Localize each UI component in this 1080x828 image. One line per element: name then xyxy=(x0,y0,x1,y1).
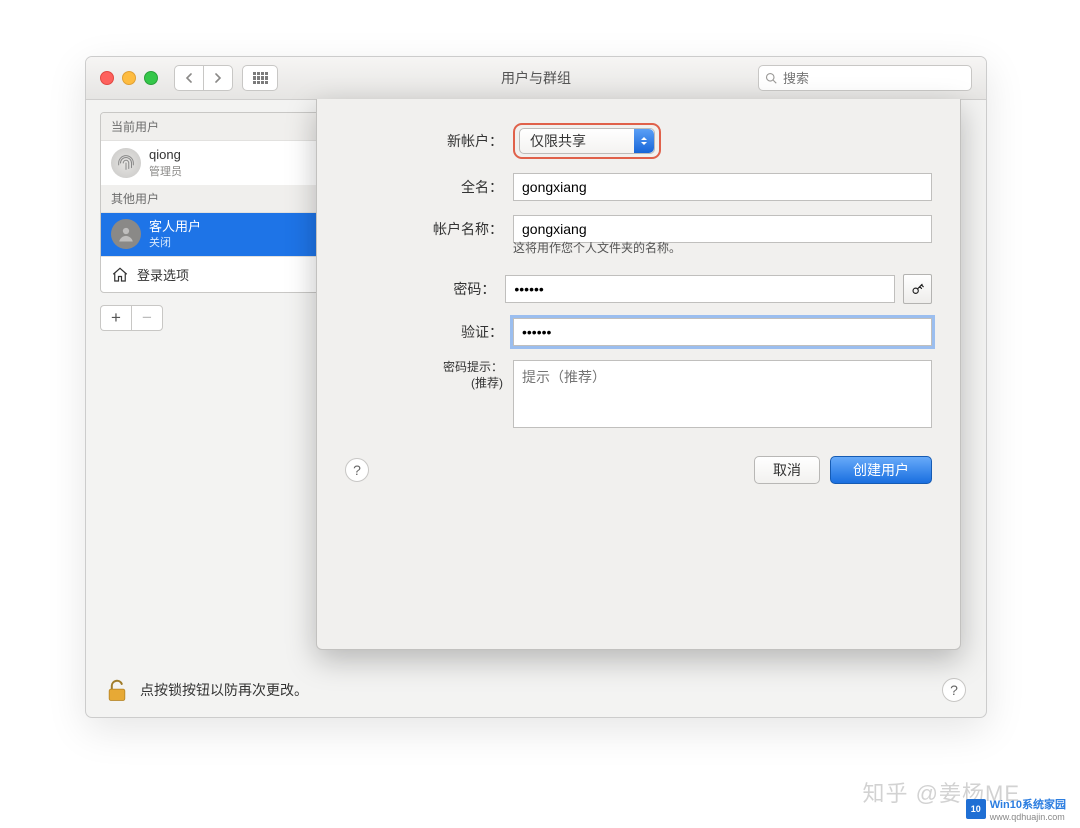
account-type-select-wrap: 仅限共享 xyxy=(513,123,661,159)
badge-line2: www.qdhuajin.com xyxy=(990,812,1066,822)
badge-text: Win10系统家园 www.qdhuajin.com xyxy=(990,796,1066,822)
chevron-left-icon xyxy=(185,73,193,83)
select-caret-icon xyxy=(634,129,654,153)
remove-user-button[interactable]: − xyxy=(131,305,163,331)
back-button[interactable] xyxy=(174,65,203,91)
forward-button[interactable] xyxy=(203,65,233,91)
badge-line1: Win10系统家园 xyxy=(990,796,1066,812)
window-title: 用户与群组 xyxy=(501,68,571,88)
password-input[interactable] xyxy=(505,275,895,303)
nav-buttons xyxy=(174,65,233,91)
cancel-button[interactable]: 取消 xyxy=(754,456,820,484)
full-name-row: 全名： xyxy=(345,173,932,201)
hint-row: 密码提示： (推荐) xyxy=(345,360,932,428)
new-account-row: 新帐户： 仅限共享 xyxy=(345,123,932,159)
create-user-button[interactable]: 创建用户 xyxy=(830,456,932,484)
sheet-help-button[interactable]: ? xyxy=(345,458,369,482)
new-account-sheet: 新帐户： 仅限共享 全名： 帐户名称： 这将用作您个人文 xyxy=(316,99,961,650)
account-type-select[interactable]: 仅限共享 xyxy=(519,128,655,154)
search-icon xyxy=(765,72,777,84)
verify-input[interactable] xyxy=(513,318,932,346)
show-all-button[interactable] xyxy=(242,65,278,91)
search-field[interactable] xyxy=(758,65,972,91)
grid-icon xyxy=(253,72,268,84)
account-name-label: 帐户名称： xyxy=(345,219,513,239)
other-users-header: 其他用户 xyxy=(101,185,334,213)
chevron-right-icon xyxy=(214,73,222,83)
guest-avatar-icon xyxy=(111,219,141,249)
add-remove-bar: + − xyxy=(100,305,335,331)
current-user-header: 当前用户 xyxy=(101,113,334,141)
add-user-button[interactable]: + xyxy=(100,305,131,331)
full-name-label: 全名： xyxy=(345,177,513,197)
preferences-window: 用户与群组 当前用户 qiong 管理员 xyxy=(85,56,987,718)
fingerprint-avatar-icon xyxy=(111,148,141,178)
lock-message: 点按锁按钮以防再次更改。 xyxy=(140,680,308,700)
verify-row: 验证： xyxy=(345,318,932,346)
hint-label-2: (推荐) xyxy=(471,376,503,390)
account-type-value: 仅限共享 xyxy=(530,131,586,151)
close-window-button[interactable] xyxy=(100,71,114,85)
stage: 用户与群组 当前用户 qiong 管理员 xyxy=(0,0,1080,828)
user-name: qiong xyxy=(149,147,182,163)
highlight-annotation: 仅限共享 xyxy=(513,123,661,159)
users-sidebar: 当前用户 qiong 管理员 其他用户 xyxy=(100,112,335,293)
house-icon xyxy=(111,266,129,284)
cancel-label: 取消 xyxy=(773,460,801,480)
lock-bar: 点按锁按钮以防再次更改。 ? xyxy=(106,677,966,703)
new-account-label: 新帐户： xyxy=(345,131,513,151)
hint-label: 密码提示： (推荐) xyxy=(345,360,513,391)
password-assistant-button[interactable] xyxy=(903,274,932,304)
guest-status: 关闭 xyxy=(149,234,201,250)
password-row: 密码： xyxy=(345,274,932,304)
password-label: 密码： xyxy=(345,279,505,299)
user-role: 管理员 xyxy=(149,163,182,179)
guest-info: 客人用户 关闭 xyxy=(149,219,201,251)
badge-icon: 10 xyxy=(966,799,986,819)
guest-user-row[interactable]: 客人用户 关闭 xyxy=(101,213,334,257)
current-user-row[interactable]: qiong 管理员 xyxy=(101,141,334,185)
sheet-button-row: ? 取消 创建用户 xyxy=(345,456,932,484)
login-options-label: 登录选项 xyxy=(137,265,189,284)
guest-name: 客人用户 xyxy=(149,219,201,235)
watermark-badge: 10 Win10系统家园 www.qdhuajin.com xyxy=(966,796,1066,822)
key-icon xyxy=(911,282,925,296)
window-controls xyxy=(100,71,158,85)
hint-label-1: 密码提示： xyxy=(443,360,503,374)
verify-label: 验证： xyxy=(345,322,513,342)
unlocked-padlock-icon[interactable] xyxy=(106,677,128,703)
zoom-window-button[interactable] xyxy=(144,71,158,85)
hint-textarea[interactable] xyxy=(513,360,932,428)
minimize-window-button[interactable] xyxy=(122,71,136,85)
user-info: qiong 管理员 xyxy=(149,147,182,179)
login-options-row[interactable]: 登录选项 xyxy=(101,256,334,292)
search-input[interactable] xyxy=(781,70,965,87)
help-button[interactable]: ? xyxy=(942,678,966,702)
titlebar: 用户与群组 xyxy=(86,57,986,100)
create-label: 创建用户 xyxy=(853,460,909,480)
full-name-input[interactable] xyxy=(513,173,932,201)
